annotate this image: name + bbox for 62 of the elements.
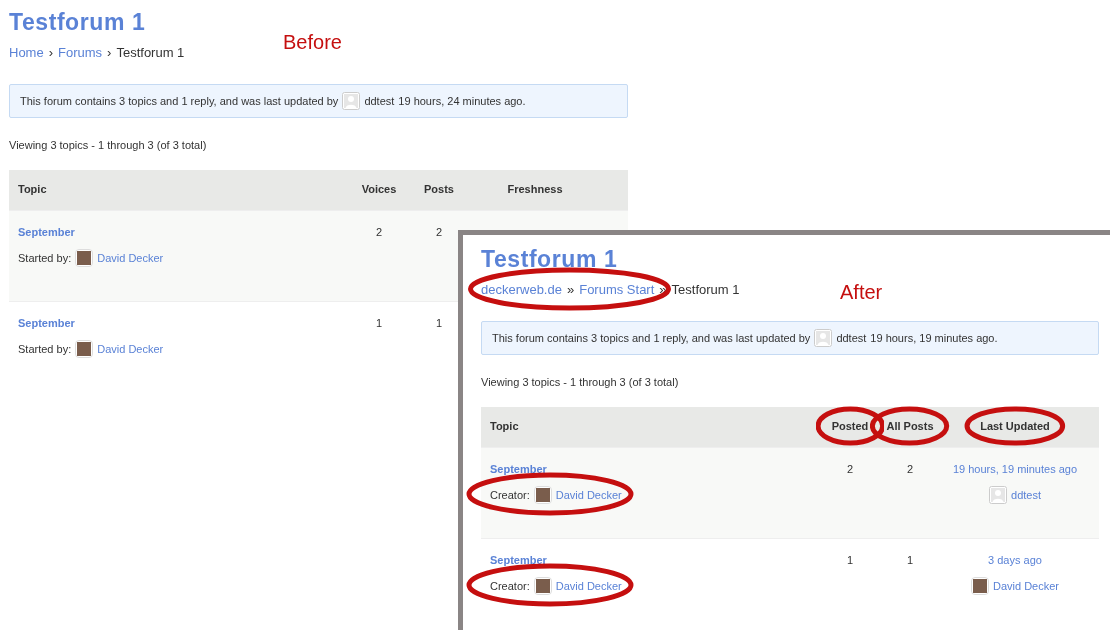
count-cell-text: 1 xyxy=(906,552,914,568)
viewing-count: Viewing 3 topics - 1 through 3 (of 3 total) xyxy=(9,138,208,153)
column-header: Freshness xyxy=(507,183,563,196)
author-link[interactable]: David Decker xyxy=(97,249,164,267)
topic-title-link[interactable]: September xyxy=(18,314,75,331)
notice-time: 19 hours, 19 minutes ago. xyxy=(870,330,998,346)
breadcrumb-separator: » xyxy=(566,281,575,299)
breadcrumb-separator: » xyxy=(659,281,667,299)
column-header: Topic xyxy=(18,183,47,196)
author-link[interactable]: David Decker xyxy=(993,577,1059,595)
creator-label: Started by: xyxy=(18,250,72,266)
notice-text: This forum contains 3 topics and 1 reply, and was last updated by xyxy=(492,330,811,346)
notice-time: 19 hours, 24 minutes ago. xyxy=(398,93,526,109)
notice-text: This forum contains 3 topics and 1 reply, and was last updated by xyxy=(20,93,339,109)
breadcrumb-link[interactable]: Forums Start xyxy=(579,281,655,299)
last-updated-link[interactable]: 3 days ago xyxy=(988,551,1042,568)
column-header: Topic xyxy=(490,420,519,433)
count-cell-text: 2 xyxy=(846,461,854,477)
topic-title-link[interactable]: September xyxy=(18,223,75,240)
author-link[interactable]: ddtest xyxy=(1011,486,1041,504)
author-link[interactable]: David Decker xyxy=(555,577,622,595)
column-header: Posts xyxy=(424,183,454,196)
user-silhouette-icon xyxy=(814,329,833,347)
column-header: Voices xyxy=(361,183,397,196)
author-link[interactable]: David Decker xyxy=(97,340,164,358)
count-cell-text: 1 xyxy=(435,315,443,331)
viewing-count: Viewing 3 topics - 1 through 3 (of 3 total) xyxy=(481,375,680,390)
count-cell-text: 1 xyxy=(846,552,854,568)
topic-title-link[interactable]: September xyxy=(490,460,547,477)
breadcrumb-link[interactable]: deckerweb.de xyxy=(481,281,562,299)
count-cell-text: 2 xyxy=(375,224,383,240)
count-cell-text: 1 xyxy=(375,315,383,331)
creator-label: Started by: xyxy=(18,341,72,357)
forum-title: Testforum 1 xyxy=(481,245,619,273)
count-cell-text: 2 xyxy=(435,224,443,240)
breadcrumb-current: Testforum 1 xyxy=(671,281,740,299)
avatar-photo-placeholder xyxy=(75,340,94,358)
avatar-photo-placeholder xyxy=(971,577,989,595)
after-caption: After xyxy=(840,280,883,305)
author-link[interactable]: David Decker xyxy=(555,486,622,504)
user-link[interactable]: ddtest xyxy=(836,329,867,347)
creator-label: Creator: xyxy=(490,487,530,503)
avatar-photo-placeholder xyxy=(533,577,552,595)
column-header: Last Updated xyxy=(980,420,1050,433)
breadcrumb-link[interactable]: Home xyxy=(9,44,44,62)
breadcrumb-link[interactable]: Forums xyxy=(58,44,103,62)
creator-label: Creator: xyxy=(490,578,530,594)
avatar-photo-placeholder xyxy=(533,486,552,504)
column-header: Posted xyxy=(831,420,869,433)
forum-title: Testforum 1 xyxy=(9,8,147,36)
breadcrumb-separator: › xyxy=(48,44,54,62)
count-cell-text: 2 xyxy=(906,461,914,477)
user-silhouette-icon xyxy=(989,486,1007,504)
user-link[interactable]: ddtest xyxy=(364,92,395,110)
column-header: All Posts xyxy=(886,420,934,433)
user-silhouette-icon xyxy=(342,92,361,110)
breadcrumb-separator: › xyxy=(107,44,112,62)
breadcrumb-current: Testforum 1 xyxy=(116,44,185,62)
topic-title-link[interactable]: September xyxy=(490,551,547,568)
before-caption: Before xyxy=(283,30,342,55)
last-updated-link[interactable]: 19 hours, 19 minutes ago xyxy=(952,460,1078,477)
avatar-photo-placeholder xyxy=(75,249,94,267)
